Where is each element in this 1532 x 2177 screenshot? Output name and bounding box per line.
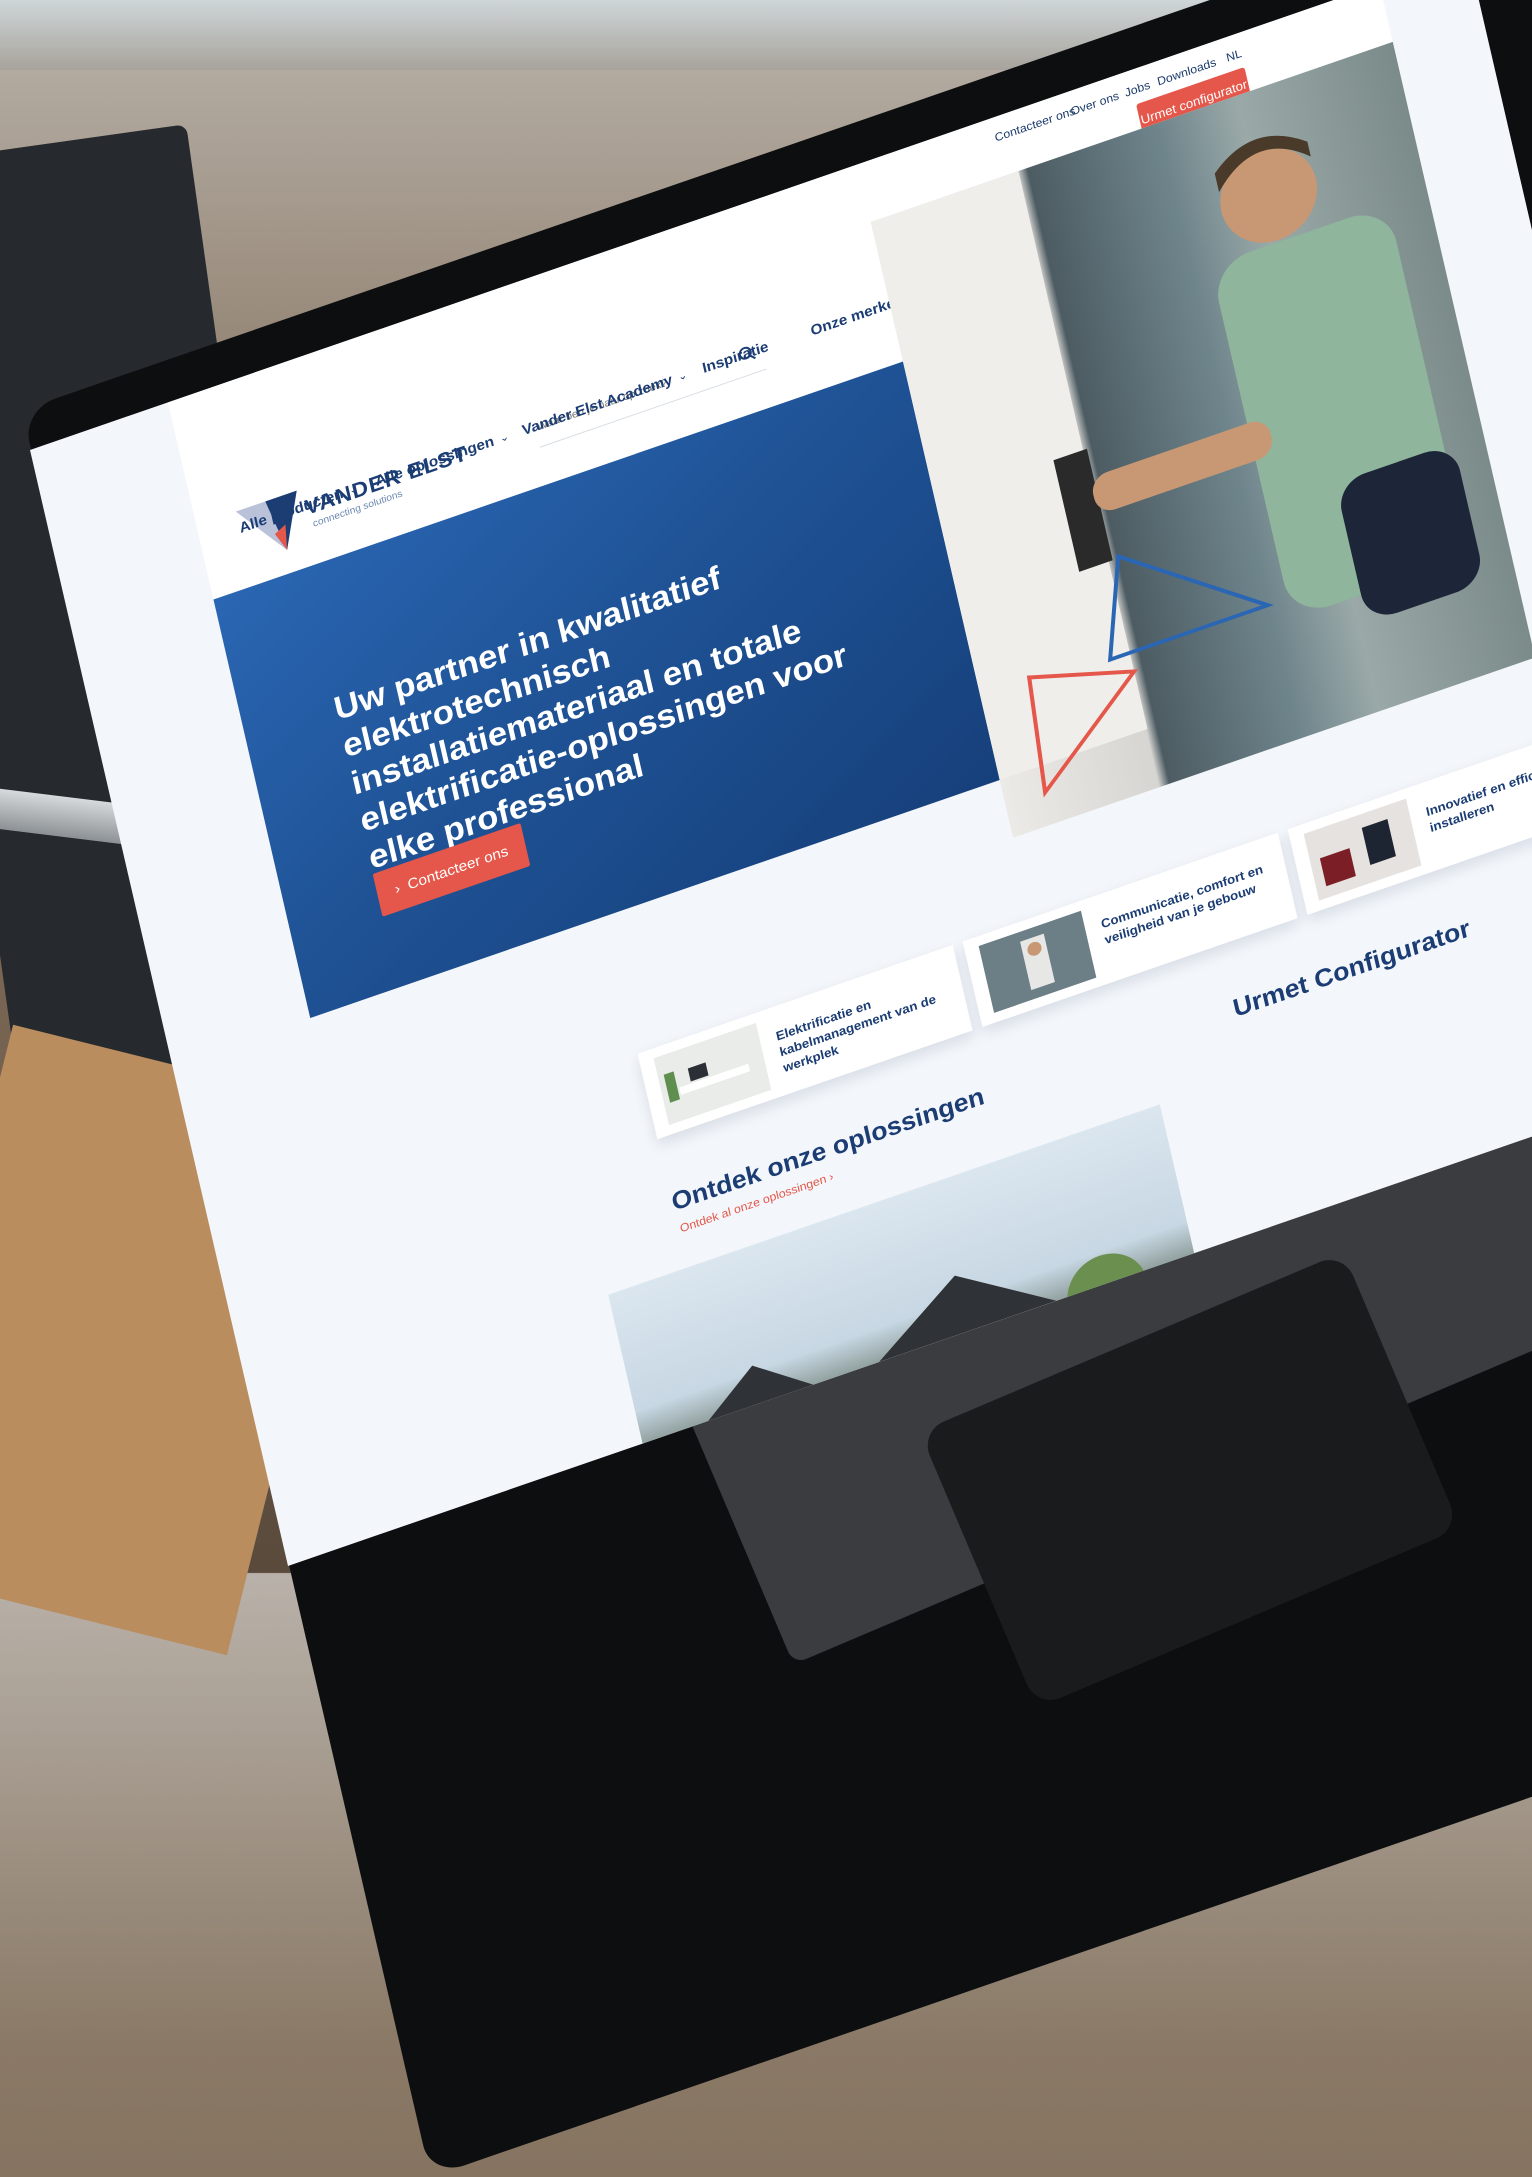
office-thumbnail-image bbox=[653, 1022, 772, 1126]
intercom-thumbnail-image bbox=[978, 910, 1097, 1013]
card-title: Elektrificatie en kabelmanagement van de… bbox=[774, 991, 938, 1076]
card-title: Communicatie, comfort en veiligheid van … bbox=[1099, 861, 1265, 948]
chevron-right-icon: › bbox=[393, 879, 402, 898]
installer-thumbnail-image bbox=[1303, 798, 1422, 901]
card-title: Innovatief en efficiënt installeren bbox=[1424, 759, 1532, 835]
solution-card-installation[interactable]: Innovatief en efficiënt installeren bbox=[1287, 720, 1532, 915]
urmet-section-title: Urmet Configurator bbox=[1230, 913, 1473, 1023]
